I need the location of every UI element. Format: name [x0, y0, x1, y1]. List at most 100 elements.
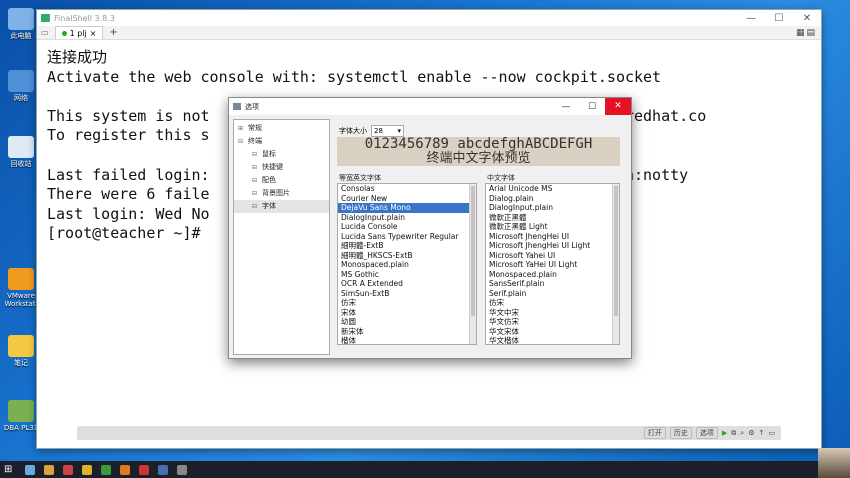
mono-font-list[interactable]: Consolas Courier New DejaVu Sans Mono Dialo…	[337, 183, 477, 345]
font-size-value: 28	[374, 127, 383, 135]
desktop-icon[interactable]: VMware Workstati	[2, 268, 40, 308]
taskbar-app-icon[interactable]	[82, 464, 92, 475]
taskbar-app-icon[interactable]	[120, 464, 130, 475]
font-list-item[interactable]: Monospaced.plain	[486, 270, 619, 280]
tree-toggle-icon[interactable]: ⊟	[252, 200, 259, 213]
open-pill[interactable]: 打开	[643, 427, 666, 439]
mono-list-scrollbar[interactable]	[469, 184, 476, 344]
taskbar-app-icon[interactable]	[139, 464, 149, 475]
taskbar-app-icon[interactable]	[177, 464, 187, 475]
tree-item[interactable]: ⊟ 快捷键	[234, 161, 329, 174]
font-list-item[interactable]: 新宋体	[338, 327, 476, 337]
new-tab-button[interactable]: +	[109, 27, 117, 38]
font-list-item[interactable]: 华文宋体	[486, 327, 619, 337]
tree-toggle-icon[interactable]: ⊟	[252, 161, 259, 174]
tree-item[interactable]: ⊟ 配色	[234, 174, 329, 187]
close-button[interactable]: ✕	[793, 13, 821, 24]
font-list-item[interactable]: Lucida Console	[338, 222, 476, 232]
font-list-item[interactable]: 仿宋	[486, 298, 619, 308]
desktop-icon[interactable]: 笔记	[2, 335, 40, 367]
desktop-icon[interactable]: 网络	[2, 70, 40, 102]
font-list-item[interactable]: 华文仿宋	[486, 317, 619, 327]
copy-icon[interactable]: ⧉	[731, 429, 736, 438]
font-list-item[interactable]: Serif.plain	[486, 289, 619, 299]
tree-toggle-icon[interactable]: ⊟	[252, 174, 259, 187]
history-pill[interactable]: 历史	[669, 427, 692, 439]
font-list-item[interactable]: DialogInput.plain	[486, 203, 619, 213]
taskbar-app-icon[interactable]	[101, 464, 111, 475]
folder-icon[interactable]: ▭	[41, 28, 49, 37]
font-list-item[interactable]: Courier New	[338, 194, 476, 204]
taskbar-app-icon[interactable]	[25, 464, 35, 475]
layout-toggle-icon[interactable]: ▦▤	[796, 28, 817, 38]
font-list-item[interactable]: Monospaced.plain	[338, 260, 476, 270]
play-icon[interactable]: ▶	[722, 429, 727, 437]
font-list-item[interactable]: 微軟正黑體 Light	[486, 222, 619, 232]
desktop-icon[interactable]: 此电脑	[2, 8, 40, 40]
dialog-icon	[233, 103, 241, 110]
font-list-item[interactable]: Lucida Sans Typewriter Regular	[338, 232, 476, 242]
font-list-item[interactable]: Dialog.plain	[486, 194, 619, 204]
tab-close-icon[interactable]: ×	[90, 29, 97, 38]
cn-font-list[interactable]: Arial Unicode MS Dialog.plain DialogInput.…	[485, 183, 620, 345]
desktop-icon[interactable]: 回收站	[2, 136, 40, 168]
font-list-item[interactable]: 幼圆	[338, 317, 476, 327]
command-bar[interactable]: 打开 历史 选项 ▶ ⧉ ⌕ ⚙ ↑ ▭	[77, 426, 781, 440]
tree-item-label: 字体	[262, 202, 276, 210]
font-list-item[interactable]: 楷体	[338, 336, 476, 344]
dialog-maximize-button[interactable]: ☐	[579, 102, 605, 112]
desktop-icon-label: DBA PL31	[3, 424, 39, 432]
font-list-item[interactable]: 华文楷体	[486, 336, 619, 344]
tree-item[interactable]: ⊟ 终端	[234, 135, 329, 148]
desktop-app-icon	[8, 268, 34, 290]
font-list-item[interactable]: DialogInput.plain	[338, 213, 476, 223]
taskbar-app-icon[interactable]	[44, 464, 54, 475]
settings-tree: ⊞ 常规 ⊟ 终端 ⊟ 鼠标 ⊟ 快捷键 ⊟ 配色 ⊟ 背景图片 ⊟ 字体	[233, 119, 330, 355]
gear-icon[interactable]: ⚙	[748, 429, 754, 437]
desktop-app-icon	[8, 70, 34, 92]
session-tab[interactable]: 1 plj ×	[54, 26, 104, 39]
tree-toggle-icon[interactable]: ⊞	[238, 122, 245, 135]
font-list-item[interactable]: 微軟正黑體	[486, 213, 619, 223]
minimize-button[interactable]: —	[737, 13, 765, 24]
tree-toggle-icon[interactable]: ⊟	[238, 135, 245, 148]
font-list-item[interactable]: DejaVu Sans Mono	[338, 203, 476, 213]
font-list-item[interactable]: Microsoft JhengHei UI Light	[486, 241, 619, 251]
font-list-item[interactable]: OCR A Extended	[338, 279, 476, 289]
tree-toggle-icon[interactable]: ⊟	[252, 148, 259, 161]
tree-item[interactable]: ⊟ 字体	[234, 200, 329, 213]
finalshell-app-icon	[41, 14, 50, 22]
font-list-item[interactable]: Consolas	[338, 184, 476, 194]
font-list-item[interactable]: Microsoft YaHei UI Light	[486, 260, 619, 270]
options-pill[interactable]: 选项	[695, 427, 718, 439]
font-list-item[interactable]: 細明體_HKSCS-ExtB	[338, 251, 476, 261]
font-list-item[interactable]: Microsoft Yahei UI	[486, 251, 619, 261]
font-list-item[interactable]: SimSun-ExtB	[338, 289, 476, 299]
taskbar-app-icon[interactable]	[158, 464, 168, 475]
font-list-item[interactable]: 仿宋	[338, 298, 476, 308]
dialog-close-button[interactable]: ✕	[605, 98, 631, 115]
font-list-item[interactable]: 細明體-ExtB	[338, 241, 476, 251]
font-list-item[interactable]: SansSerif.plain	[486, 279, 619, 289]
windows-start-icon[interactable]: ⊞	[4, 464, 16, 475]
font-list-item[interactable]: Arial Unicode MS	[486, 184, 619, 194]
desktop-icon[interactable]: DBA PL31	[2, 400, 40, 432]
font-size-select[interactable]: 28 ▾	[371, 125, 404, 137]
tree-item[interactable]: ⊟ 鼠标	[234, 148, 329, 161]
tree-toggle-icon[interactable]: ⊟	[252, 187, 259, 200]
search-icon[interactable]: ⌕	[740, 429, 744, 438]
mono-font-label: 等宽英文字体	[339, 174, 381, 182]
cn-list-scrollbar[interactable]	[612, 184, 619, 344]
tree-item[interactable]: ⊞ 常规	[234, 122, 329, 135]
tree-item[interactable]: ⊟ 背景图片	[234, 187, 329, 200]
window-title: FinalShell 3.8.3	[54, 13, 115, 23]
dialog-minimize-button[interactable]: —	[553, 102, 579, 112]
font-list-item[interactable]: 宋体	[338, 308, 476, 318]
maximize-button[interactable]: ☐	[765, 13, 793, 24]
font-list-item[interactable]: 华文中宋	[486, 308, 619, 318]
font-list-item[interactable]: Microsoft JhengHei UI	[486, 232, 619, 242]
upload-icon[interactable]: ↑	[759, 429, 765, 437]
taskbar-app-icon[interactable]	[63, 464, 73, 475]
screen-icon[interactable]: ▭	[768, 429, 775, 437]
font-list-item[interactable]: MS Gothic	[338, 270, 476, 280]
